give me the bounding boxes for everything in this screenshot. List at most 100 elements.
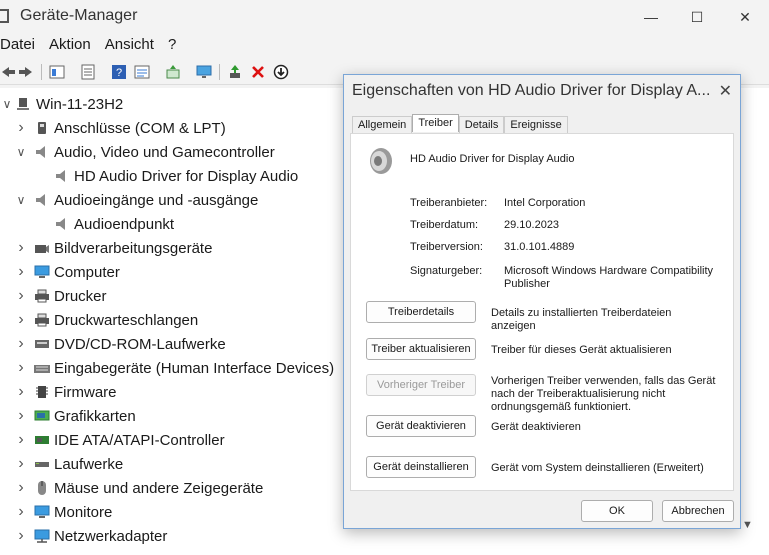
tree-item[interactable]: ∨ Audio, Video und Gamecontroller: [14, 140, 275, 164]
menu-datei[interactable]: Datei: [0, 36, 35, 58]
update-driver-button[interactable]: Treiber aktualisieren: [366, 338, 476, 360]
tab-treiber[interactable]: Treiber: [412, 114, 459, 132]
chevron-right-icon[interactable]: ›: [14, 479, 28, 497]
info-label-date: Treiberdatum:: [410, 219, 479, 231]
help-icon[interactable]: ?: [111, 64, 127, 80]
tree-item-label: Audio, Video und Gamecontroller: [54, 143, 275, 161]
close-button[interactable]: ✕: [722, 0, 768, 34]
chevron-right-icon[interactable]: ›: [14, 239, 28, 257]
chevron-right-icon[interactable]: ›: [14, 383, 28, 401]
tree-item[interactable]: › Druckwarteschlangen: [14, 308, 198, 332]
tree-item[interactable]: › Drucker: [14, 284, 106, 308]
info-label-provider: Treiberanbieter:: [410, 197, 488, 209]
tab-details[interactable]: Details: [458, 116, 505, 134]
rollback-driver-button[interactable]: Vorheriger Treiber: [366, 374, 476, 396]
details-view-icon[interactable]: [134, 64, 150, 80]
disable-device-button[interactable]: Gerät deaktivieren: [366, 415, 476, 437]
device-tree[interactable]: ∨ Win-11-23H2 › Anschlüsse (COM & LPT) ∨ Au…: [0, 88, 345, 555]
speaker-icon: [370, 148, 392, 174]
monitor-icon[interactable]: [196, 64, 212, 80]
tree-item-label: Computer: [54, 263, 120, 281]
tree-item[interactable]: › Eingabegeräte (Human Interface Devices): [14, 356, 334, 380]
tree-item[interactable]: › Firmware: [14, 380, 117, 404]
tab-ereignisse[interactable]: Ereignisse: [504, 116, 568, 134]
tree-item[interactable]: › Monitore: [14, 500, 112, 524]
menu-aktion[interactable]: Aktion: [49, 36, 91, 58]
tree-item[interactable]: › DVD/CD-ROM-Laufwerke: [14, 332, 226, 356]
tree-item-label: DVD/CD-ROM-Laufwerke: [54, 335, 226, 353]
speaker-icon: [56, 218, 65, 230]
chevron-right-icon[interactable]: ›: [14, 287, 28, 305]
update-driver-icon[interactable]: [227, 64, 243, 80]
back-arrow-icon[interactable]: [0, 64, 16, 80]
monitor-icon: [34, 265, 50, 278]
forward-arrow-icon[interactable]: [18, 64, 34, 80]
tree-item[interactable]: › Laufwerke: [14, 452, 123, 476]
drive-icon: [35, 462, 49, 467]
uninstall-icon[interactable]: [250, 64, 266, 80]
info-label-version: Treiberversion:: [410, 241, 483, 253]
chevron-right-icon[interactable]: ›: [14, 335, 28, 353]
display-adapter-icon: [34, 410, 50, 421]
tree-item[interactable]: HD Audio Driver for Display Audio: [34, 164, 298, 188]
tree-item-label: Eingabegeräte (Human Interface Devices): [54, 359, 335, 377]
chevron-down-icon[interactable]: ∨: [0, 97, 14, 111]
tree-item[interactable]: Audioendpunkt: [34, 212, 174, 236]
tab-allgemein[interactable]: Allgemein: [352, 116, 413, 134]
chevron-right-icon[interactable]: ›: [14, 359, 28, 377]
dialog-close-icon[interactable]: ✕: [719, 81, 732, 101]
chevron-right-icon[interactable]: ›: [14, 527, 28, 545]
tree-item-label: Druckwarteschlangen: [54, 311, 199, 329]
tree-item[interactable]: › IDE ATA/ATAPI-Controller: [14, 428, 225, 452]
chevron-right-icon[interactable]: ›: [14, 263, 28, 281]
maximize-button[interactable]: ☐: [674, 0, 720, 34]
list-view-icon[interactable]: [80, 64, 96, 80]
tree-item[interactable]: › Mäuse und andere Zeigegeräte: [14, 476, 263, 500]
chevron-down-icon[interactable]: ∨: [14, 193, 28, 207]
chip-icon: [36, 386, 48, 398]
scroll-down-icon[interactable]: ▼: [742, 519, 753, 531]
info-value-date: 29.10.2023: [504, 219, 560, 231]
chevron-down-icon[interactable]: ∨: [14, 145, 28, 159]
chevron-right-icon[interactable]: ›: [14, 503, 28, 521]
tree-item-label: Mäuse und andere Zeigegeräte: [54, 479, 264, 497]
tree-item-label: Grafikkarten: [54, 407, 136, 425]
tree-item-label: HD Audio Driver for Display Audio: [74, 167, 299, 185]
speaker-icon: [36, 194, 45, 206]
tree-root[interactable]: ∨ Win-11-23H2: [0, 92, 124, 116]
tree-item[interactable]: › Bildverarbeitungsgeräte: [14, 236, 212, 260]
chevron-right-icon[interactable]: ›: [14, 407, 28, 425]
chevron-right-icon[interactable]: ›: [14, 431, 28, 449]
tree-item[interactable]: › Computer: [14, 260, 120, 284]
scan-hardware-icon[interactable]: [165, 64, 181, 80]
dialog-title: Eigenschaften von HD Audio Driver for Di…: [352, 82, 711, 99]
driver-details-button[interactable]: Treiberdetails: [366, 301, 476, 323]
chevron-right-icon[interactable]: ›: [14, 119, 28, 137]
minimize-button[interactable]: —: [628, 0, 674, 34]
uninstall-device-button[interactable]: Gerät deinstallieren: [366, 456, 476, 478]
download-circle-icon[interactable]: [273, 64, 289, 80]
tree-item-label: IDE ATA/ATAPI-Controller: [54, 431, 225, 449]
printer-icon: [35, 313, 49, 327]
chevron-right-icon[interactable]: ›: [14, 455, 28, 473]
disable-device-desc: Gerät deaktivieren: [491, 421, 581, 433]
tree-item[interactable]: › Grafikkarten: [14, 404, 136, 428]
network-icon: [34, 529, 50, 543]
computer-icon: [17, 98, 29, 110]
properties-view-icon[interactable]: [49, 64, 65, 80]
menu-help[interactable]: ?: [168, 36, 176, 58]
tree-root-label: Win-11-23H2: [36, 95, 124, 113]
tree-item-label: Firmware: [54, 383, 117, 401]
tree-item[interactable]: › Anschlüsse (COM & LPT): [14, 116, 225, 140]
ok-button[interactable]: OK: [581, 500, 653, 522]
menu-ansicht[interactable]: Ansicht: [105, 36, 154, 58]
chevron-right-icon[interactable]: ›: [14, 311, 28, 329]
tree-item[interactable]: › Netzwerkadapter: [14, 524, 167, 548]
uninstall-device-desc: Gerät vom System deinstallieren (Erweite…: [491, 462, 704, 474]
device-manager-icon: [0, 9, 9, 23]
dialog-tabs: Allgemein Treiber Details Ereignisse: [352, 114, 568, 134]
tree-item[interactable]: ∨ Audioeingänge und -ausgänge: [14, 188, 259, 212]
speaker-icon: [36, 146, 45, 158]
info-value-version: 31.0.101.4889: [504, 241, 575, 253]
cancel-button[interactable]: Abbrechen: [662, 500, 734, 522]
